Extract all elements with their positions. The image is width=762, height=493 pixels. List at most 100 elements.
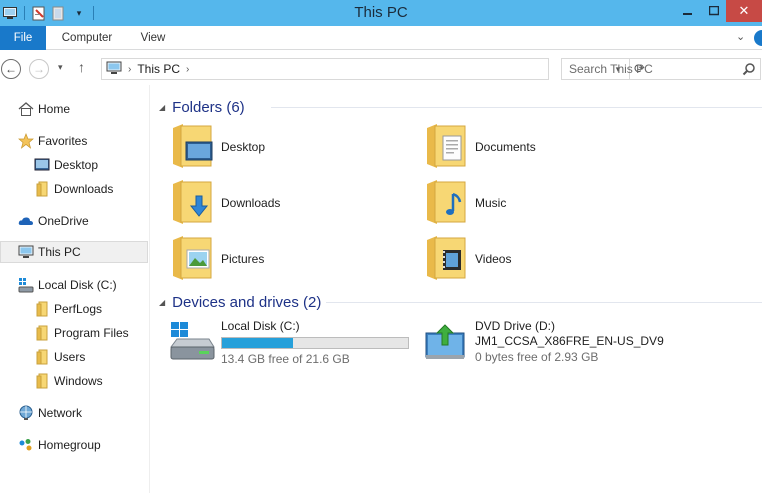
home-icon — [18, 101, 34, 117]
recent-locations-icon[interactable]: ▾ — [58, 62, 63, 73]
expand-ribbon-icon[interactable]: ⌄ — [736, 30, 745, 43]
drive-free-space: 13.4 GB free of 21.6 GB — [221, 352, 350, 366]
music-folder-icon — [423, 178, 469, 229]
folder-icon — [34, 301, 50, 317]
sidebar-item-onedrive[interactable]: OneDrive — [18, 210, 89, 232]
folder-label: Downloads — [221, 196, 281, 210]
navigation-pane: Home Favorites Desktop Downloads OneDriv… — [0, 85, 150, 493]
ribbon: File Computer View ⌄ — [0, 26, 762, 50]
sidebar-item-perflogs[interactable]: PerfLogs — [34, 298, 102, 320]
desktop-icon — [34, 157, 50, 173]
tab-computer[interactable]: Computer — [52, 26, 122, 50]
folder-desktop[interactable]: Desktop — [169, 122, 265, 172]
folder-label: Pictures — [221, 252, 265, 266]
search-icon[interactable] — [742, 62, 756, 79]
drive-free-space: 0 bytes free of 2.93 GB — [475, 350, 599, 364]
window-title: This PC — [354, 4, 408, 21]
sidebar-item-label: PerfLogs — [54, 302, 103, 316]
breadcrumb-this-pc[interactable]: This PC — [137, 62, 180, 76]
group-divider — [271, 107, 762, 108]
devices-group-header[interactable]: ◢ Devices and drives (2) — [159, 292, 321, 312]
tab-view[interactable]: View — [130, 26, 176, 50]
drive-usage-bar — [221, 337, 409, 349]
search-box[interactable] — [561, 58, 761, 80]
folder-music[interactable]: Music — [423, 178, 506, 228]
hard-drive-icon — [169, 319, 215, 367]
sidebar-item-label: Desktop — [54, 158, 99, 172]
folder-icon — [34, 181, 50, 197]
folder-icon — [34, 349, 50, 365]
sidebar-item-downloads[interactable]: Downloads — [34, 178, 113, 200]
folder-label: Videos — [475, 252, 512, 266]
downloads-folder-icon — [169, 178, 215, 229]
folder-documents[interactable]: Documents — [423, 122, 536, 172]
group-title: Folders (6) — [172, 98, 245, 116]
folder-icon — [34, 325, 50, 341]
sidebar-item-label: OneDrive — [38, 214, 89, 228]
tab-file[interactable]: File — [0, 26, 46, 50]
up-button[interactable]: ↑ — [78, 59, 85, 75]
dvd-drive-icon — [423, 319, 469, 366]
sidebar-item-home[interactable]: Home — [18, 98, 70, 120]
sidebar-item-label: Users — [54, 350, 86, 364]
documents-folder-icon — [423, 122, 469, 173]
folder-icon — [34, 373, 50, 389]
maximize-button[interactable] — [700, 0, 728, 22]
computer-icon — [106, 61, 122, 78]
forward-button[interactable]: → — [29, 59, 49, 79]
group-title: Devices and drives (2) — [172, 293, 322, 311]
breadcrumb-chevron-icon[interactable]: › — [128, 64, 131, 75]
folder-label: Desktop — [221, 140, 266, 154]
sidebar-item-label: Windows — [54, 374, 103, 388]
sidebar-item-this-pc[interactable]: This PC — [0, 241, 148, 263]
sidebar-item-label: Program Files — [54, 326, 129, 340]
sidebar-item-label: Homegroup — [38, 438, 101, 452]
drive-icon — [18, 277, 34, 293]
drive-dvd[interactable]: DVD Drive (D:) JM1_CCSA_X86FRE_EN-US_DV9… — [423, 319, 664, 366]
network-icon — [18, 405, 34, 421]
computer-icon — [18, 244, 34, 260]
sidebar-item-local-disk[interactable]: Local Disk (C:) — [18, 274, 117, 296]
back-button[interactable]: ← — [1, 59, 21, 79]
sidebar-item-windows[interactable]: Windows — [34, 370, 103, 392]
drive-local-disk[interactable]: Local Disk (C:) 13.4 GB free of 21.6 GB — [169, 319, 409, 367]
search-input[interactable] — [562, 62, 732, 76]
close-button[interactable]: ✕ — [726, 0, 762, 22]
sidebar-item-label: This PC — [38, 245, 81, 259]
sidebar-item-label: Favorites — [38, 134, 88, 148]
drive-info: Local Disk (C:) 13.4 GB free of 21.6 GB — [221, 319, 409, 367]
content-pane: ◢ Folders (6) Desktop Documents Download… — [151, 85, 762, 493]
sidebar-item-program-files[interactable]: Program Files — [34, 322, 129, 344]
minimize-button[interactable] — [674, 0, 702, 22]
folders-group-header[interactable]: ◢ Folders (6) — [159, 97, 245, 117]
group-divider — [326, 302, 762, 303]
collapse-icon[interactable]: ◢ — [159, 103, 165, 112]
sidebar-item-users[interactable]: Users — [34, 346, 85, 368]
desktop-folder-icon — [169, 122, 215, 173]
folder-downloads[interactable]: Downloads — [169, 178, 280, 228]
sidebar-item-label: Local Disk (C:) — [38, 278, 117, 292]
videos-folder-icon — [423, 234, 469, 285]
sidebar-item-favorites[interactable]: Favorites — [18, 130, 87, 152]
folder-pictures[interactable]: Pictures — [169, 234, 264, 284]
folder-label: Music — [475, 196, 507, 210]
address-bar[interactable]: › This PC › ▾ ⟳ — [101, 58, 645, 80]
drive-name: DVD Drive (D:) — [475, 319, 555, 333]
folder-label: Documents — [475, 140, 536, 154]
collapse-icon[interactable]: ◢ — [159, 298, 165, 307]
drive-info: DVD Drive (D:) JM1_CCSA_X86FRE_EN-US_DV9… — [475, 319, 664, 366]
drive-volume-label: JM1_CCSA_X86FRE_EN-US_DV9 — [475, 334, 664, 348]
sidebar-item-label: Downloads — [54, 182, 114, 196]
navigation-bar: ← → ▾ ↑ › This PC › ▾ ⟳ — [0, 51, 762, 85]
help-icon[interactable] — [754, 30, 762, 46]
sidebar-item-label: Home — [38, 102, 71, 116]
drive-name: Local Disk (C:) — [221, 319, 300, 333]
title-bar: ▾ This PC ✕ — [0, 0, 762, 26]
folder-videos[interactable]: Videos — [423, 234, 511, 284]
homegroup-icon — [18, 437, 34, 453]
sidebar-item-homegroup[interactable]: Homegroup — [18, 434, 101, 456]
star-icon — [18, 133, 34, 149]
sidebar-item-desktop[interactable]: Desktop — [34, 154, 98, 176]
sidebar-item-network[interactable]: Network — [18, 402, 82, 424]
breadcrumb-chevron-icon[interactable]: › — [186, 64, 189, 75]
